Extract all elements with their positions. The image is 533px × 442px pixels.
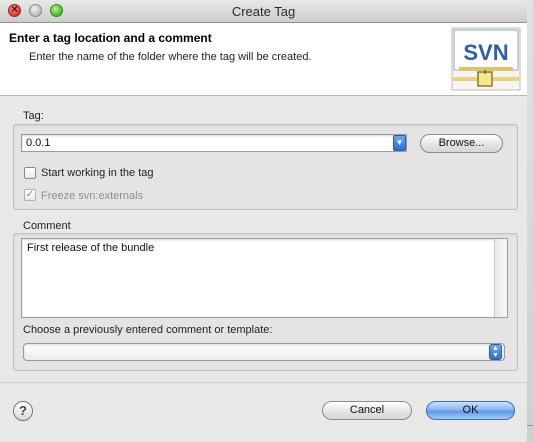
- svn-logo-text: SVN: [463, 40, 508, 65]
- comment-label: Comment: [23, 220, 71, 232]
- freeze-externals-label: Freeze svn:externals: [41, 190, 144, 202]
- create-tag-dialog: Create Tag Enter a tag location and a co…: [0, 0, 528, 442]
- comment-scrollbar[interactable]: [494, 239, 507, 317]
- comment-text: First release of the bundle: [27, 242, 155, 254]
- freeze-externals-checkbox[interactable]: ✓: [24, 189, 36, 201]
- background-window-corner: [527, 425, 533, 442]
- dialog-header: Enter a tag location and a comment Enter…: [0, 23, 527, 96]
- template-label: Choose a previously entered comment or t…: [23, 324, 273, 336]
- header-subtitle: Enter the name of the folder where the t…: [29, 51, 312, 63]
- comment-textarea[interactable]: First release of the bundle: [21, 238, 508, 318]
- tag-label: Tag:: [23, 110, 44, 122]
- cancel-button[interactable]: Cancel: [322, 401, 412, 420]
- tag-combo[interactable]: 0.0.1: [21, 134, 407, 152]
- tag-combo-dropdown-icon[interactable]: ▼: [393, 135, 406, 151]
- browse-button[interactable]: Browse...: [420, 134, 503, 153]
- footer-separator: [0, 382, 527, 383]
- start-working-label: Start working in the tag: [41, 167, 154, 179]
- template-combo-dropdown-icon[interactable]: ▲ ▼: [489, 344, 502, 360]
- ok-button[interactable]: OK: [426, 401, 515, 420]
- svn-logo-icon: SVN: [451, 27, 521, 91]
- template-combo[interactable]: [23, 343, 505, 361]
- header-title: Enter a tag location and a comment: [9, 31, 212, 45]
- start-working-checkbox[interactable]: [24, 167, 36, 179]
- title-bar: Create Tag: [0, 0, 527, 23]
- tag-combo-value: 0.0.1: [26, 137, 51, 149]
- window-title: Create Tag: [231, 4, 296, 19]
- help-icon[interactable]: ?: [13, 401, 33, 421]
- background-window-edge: [527, 0, 533, 442]
